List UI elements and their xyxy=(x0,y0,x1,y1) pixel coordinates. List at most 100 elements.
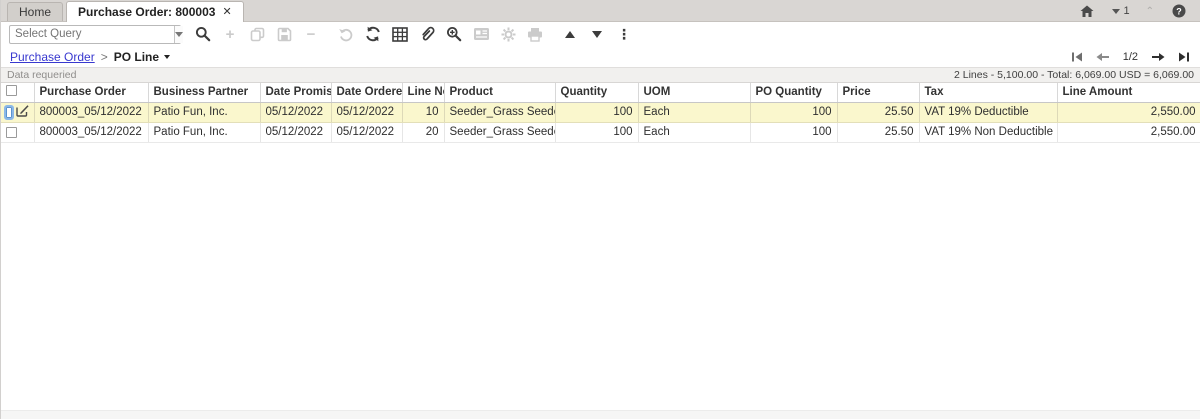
close-tab-icon[interactable]: ✕ xyxy=(222,7,231,18)
next-page-icon[interactable] xyxy=(1151,52,1165,62)
cell-line-amount[interactable]: 2,550.00 xyxy=(1057,122,1200,142)
last-page-icon[interactable] xyxy=(1178,52,1190,62)
open-windows-count: 1 xyxy=(1123,5,1129,17)
tab-bar: Home Purchase Order: 800003 ✕ 1 ⌃ ? xyxy=(1,0,1200,22)
cell-purchase-order[interactable]: 800003_05/12/2022 xyxy=(34,102,148,122)
col-purchase-order[interactable]: Purchase Order xyxy=(34,83,148,102)
nav-down-icon[interactable] xyxy=(588,25,606,43)
tab-purchase-order[interactable]: Purchase Order: 800003 ✕ xyxy=(66,1,244,22)
breadcrumb-link-purchase-order[interactable]: Purchase Order xyxy=(10,50,95,64)
col-business-partner[interactable]: Business Partner xyxy=(148,83,260,102)
row-select-checkbox[interactable] xyxy=(6,127,17,138)
new-record-icon[interactable]: + xyxy=(221,25,239,43)
select-query-combobox xyxy=(9,25,181,44)
attachment-icon[interactable] xyxy=(418,25,436,43)
zoom-across-icon[interactable] xyxy=(445,25,463,43)
toolbar: + − xyxy=(1,22,1200,46)
row-select-cell xyxy=(1,102,34,122)
tab-purchase-order-label: Purchase Order: 800003 xyxy=(78,5,215,19)
cell-line-amount[interactable]: 2,550.00 xyxy=(1057,102,1200,122)
col-line-no[interactable]: Line No xyxy=(402,83,444,102)
more-options-icon[interactable]: ⋮ xyxy=(615,25,633,43)
cell-po-quantity[interactable]: 100 xyxy=(750,122,837,142)
chevron-down-icon xyxy=(175,32,183,37)
home-icon[interactable] xyxy=(1078,2,1096,20)
cell-quantity[interactable]: 100 xyxy=(555,102,638,122)
save-icon[interactable] xyxy=(275,25,293,43)
tab-home-label: Home xyxy=(19,5,51,19)
requery-icon[interactable] xyxy=(364,25,382,43)
open-windows-dropdown[interactable]: 1 xyxy=(1112,5,1129,17)
row-select-checkbox[interactable] xyxy=(6,107,12,118)
cell-line-no[interactable]: 20 xyxy=(402,122,444,142)
cell-business-partner[interactable]: Patio Fun, Inc. xyxy=(148,122,260,142)
cell-date-ordered[interactable]: 05/12/2022 xyxy=(331,102,402,122)
select-all-checkbox[interactable] xyxy=(6,85,17,96)
col-po-quantity[interactable]: PO Quantity xyxy=(750,83,837,102)
nav-up-icon[interactable] xyxy=(561,25,579,43)
svg-text:?: ? xyxy=(1176,6,1182,16)
cell-quantity[interactable]: 100 xyxy=(555,122,638,142)
cell-uom[interactable]: Each xyxy=(638,102,750,122)
cell-date-ordered[interactable]: 05/12/2022 xyxy=(331,122,402,142)
col-tax[interactable]: Tax xyxy=(919,83,1057,102)
col-quantity[interactable]: Quantity xyxy=(555,83,638,102)
cell-tax[interactable]: VAT 19% Deductible xyxy=(919,102,1057,122)
table-row[interactable]: 800003_05/12/2022 Patio Fun, Inc. 05/12/… xyxy=(1,122,1200,142)
tab-home[interactable]: Home xyxy=(7,2,63,21)
search-icon[interactable] xyxy=(194,25,212,43)
col-line-amount[interactable]: Line Amount xyxy=(1057,83,1200,102)
copy-record-icon[interactable] xyxy=(248,25,266,43)
table-row[interactable]: 800003_05/12/2022 Patio Fun, Inc. 05/12/… xyxy=(1,102,1200,122)
po-line-table: Purchase Order Business Partner Date Pro… xyxy=(1,83,1200,143)
chevron-down-icon xyxy=(1112,9,1120,14)
cell-date-promised[interactable]: 05/12/2022 xyxy=(260,102,331,122)
previous-page-icon[interactable] xyxy=(1096,52,1110,62)
first-page-icon[interactable] xyxy=(1071,52,1083,62)
grid-toggle-icon[interactable] xyxy=(391,25,409,43)
status-message: Data requeried xyxy=(7,69,76,81)
cell-product[interactable]: Seeder_Grass Seeder xyxy=(444,102,555,122)
table-header-row: Purchase Order Business Partner Date Pro… xyxy=(1,83,1200,102)
chevron-down-icon xyxy=(164,55,170,59)
window-header-actions: 1 ⌃ ? xyxy=(1078,0,1188,22)
breadcrumb-current-po-line[interactable]: PO Line xyxy=(114,50,170,64)
process-gear-icon[interactable] xyxy=(499,25,517,43)
print-icon[interactable] xyxy=(526,25,544,43)
app-window: Home Purchase Order: 800003 ✕ 1 ⌃ ? xyxy=(0,0,1200,419)
col-product[interactable]: Product xyxy=(444,83,555,102)
record-pagination: 1/2 xyxy=(1071,46,1190,67)
undo-icon[interactable] xyxy=(337,25,355,43)
totals-summary: 2 Lines - 5,100.00 - Total: 6,069.00 USD… xyxy=(954,69,1194,81)
row-select-cell xyxy=(1,122,34,142)
breadcrumb-separator: > xyxy=(101,50,108,64)
col-date-promised[interactable]: Date Promised xyxy=(260,83,331,102)
cell-product[interactable]: Seeder_Grass Seeder xyxy=(444,122,555,142)
cell-date-promised[interactable]: 05/12/2022 xyxy=(260,122,331,142)
cell-business-partner[interactable]: Patio Fun, Inc. xyxy=(148,102,260,122)
status-bar: Data requeried 2 Lines - 5,100.00 - Tota… xyxy=(1,67,1200,83)
col-price[interactable]: Price xyxy=(837,83,919,102)
cell-line-no[interactable]: 10 xyxy=(402,102,444,122)
collapse-header-icon[interactable]: ⌃ xyxy=(1146,6,1154,17)
cell-po-quantity[interactable]: 100 xyxy=(750,102,837,122)
window-footer xyxy=(1,410,1200,419)
cell-price[interactable]: 25.50 xyxy=(837,122,919,142)
cell-uom[interactable]: Each xyxy=(638,122,750,142)
select-query-input[interactable] xyxy=(10,26,174,43)
col-uom[interactable]: UOM xyxy=(638,83,750,102)
breadcrumb-current-label: PO Line xyxy=(114,50,159,64)
edit-record-icon[interactable] xyxy=(16,104,29,120)
page-indicator: 1/2 xyxy=(1123,51,1138,63)
cell-tax[interactable]: VAT 19% Non Deductible xyxy=(919,122,1057,142)
col-date-ordered[interactable]: Date Ordered xyxy=(331,83,402,102)
cell-price[interactable]: 25.50 xyxy=(837,102,919,122)
breadcrumb: Purchase Order > PO Line 1/2 xyxy=(1,46,1200,67)
select-all-header xyxy=(1,83,34,102)
toolbar-buttons: + − xyxy=(194,25,633,43)
delete-record-icon[interactable]: − xyxy=(302,25,320,43)
cell-purchase-order[interactable]: 800003_05/12/2022 xyxy=(34,122,148,142)
report-icon[interactable] xyxy=(472,25,490,43)
query-dropdown-button[interactable] xyxy=(174,26,183,43)
help-icon[interactable]: ? xyxy=(1170,2,1188,20)
